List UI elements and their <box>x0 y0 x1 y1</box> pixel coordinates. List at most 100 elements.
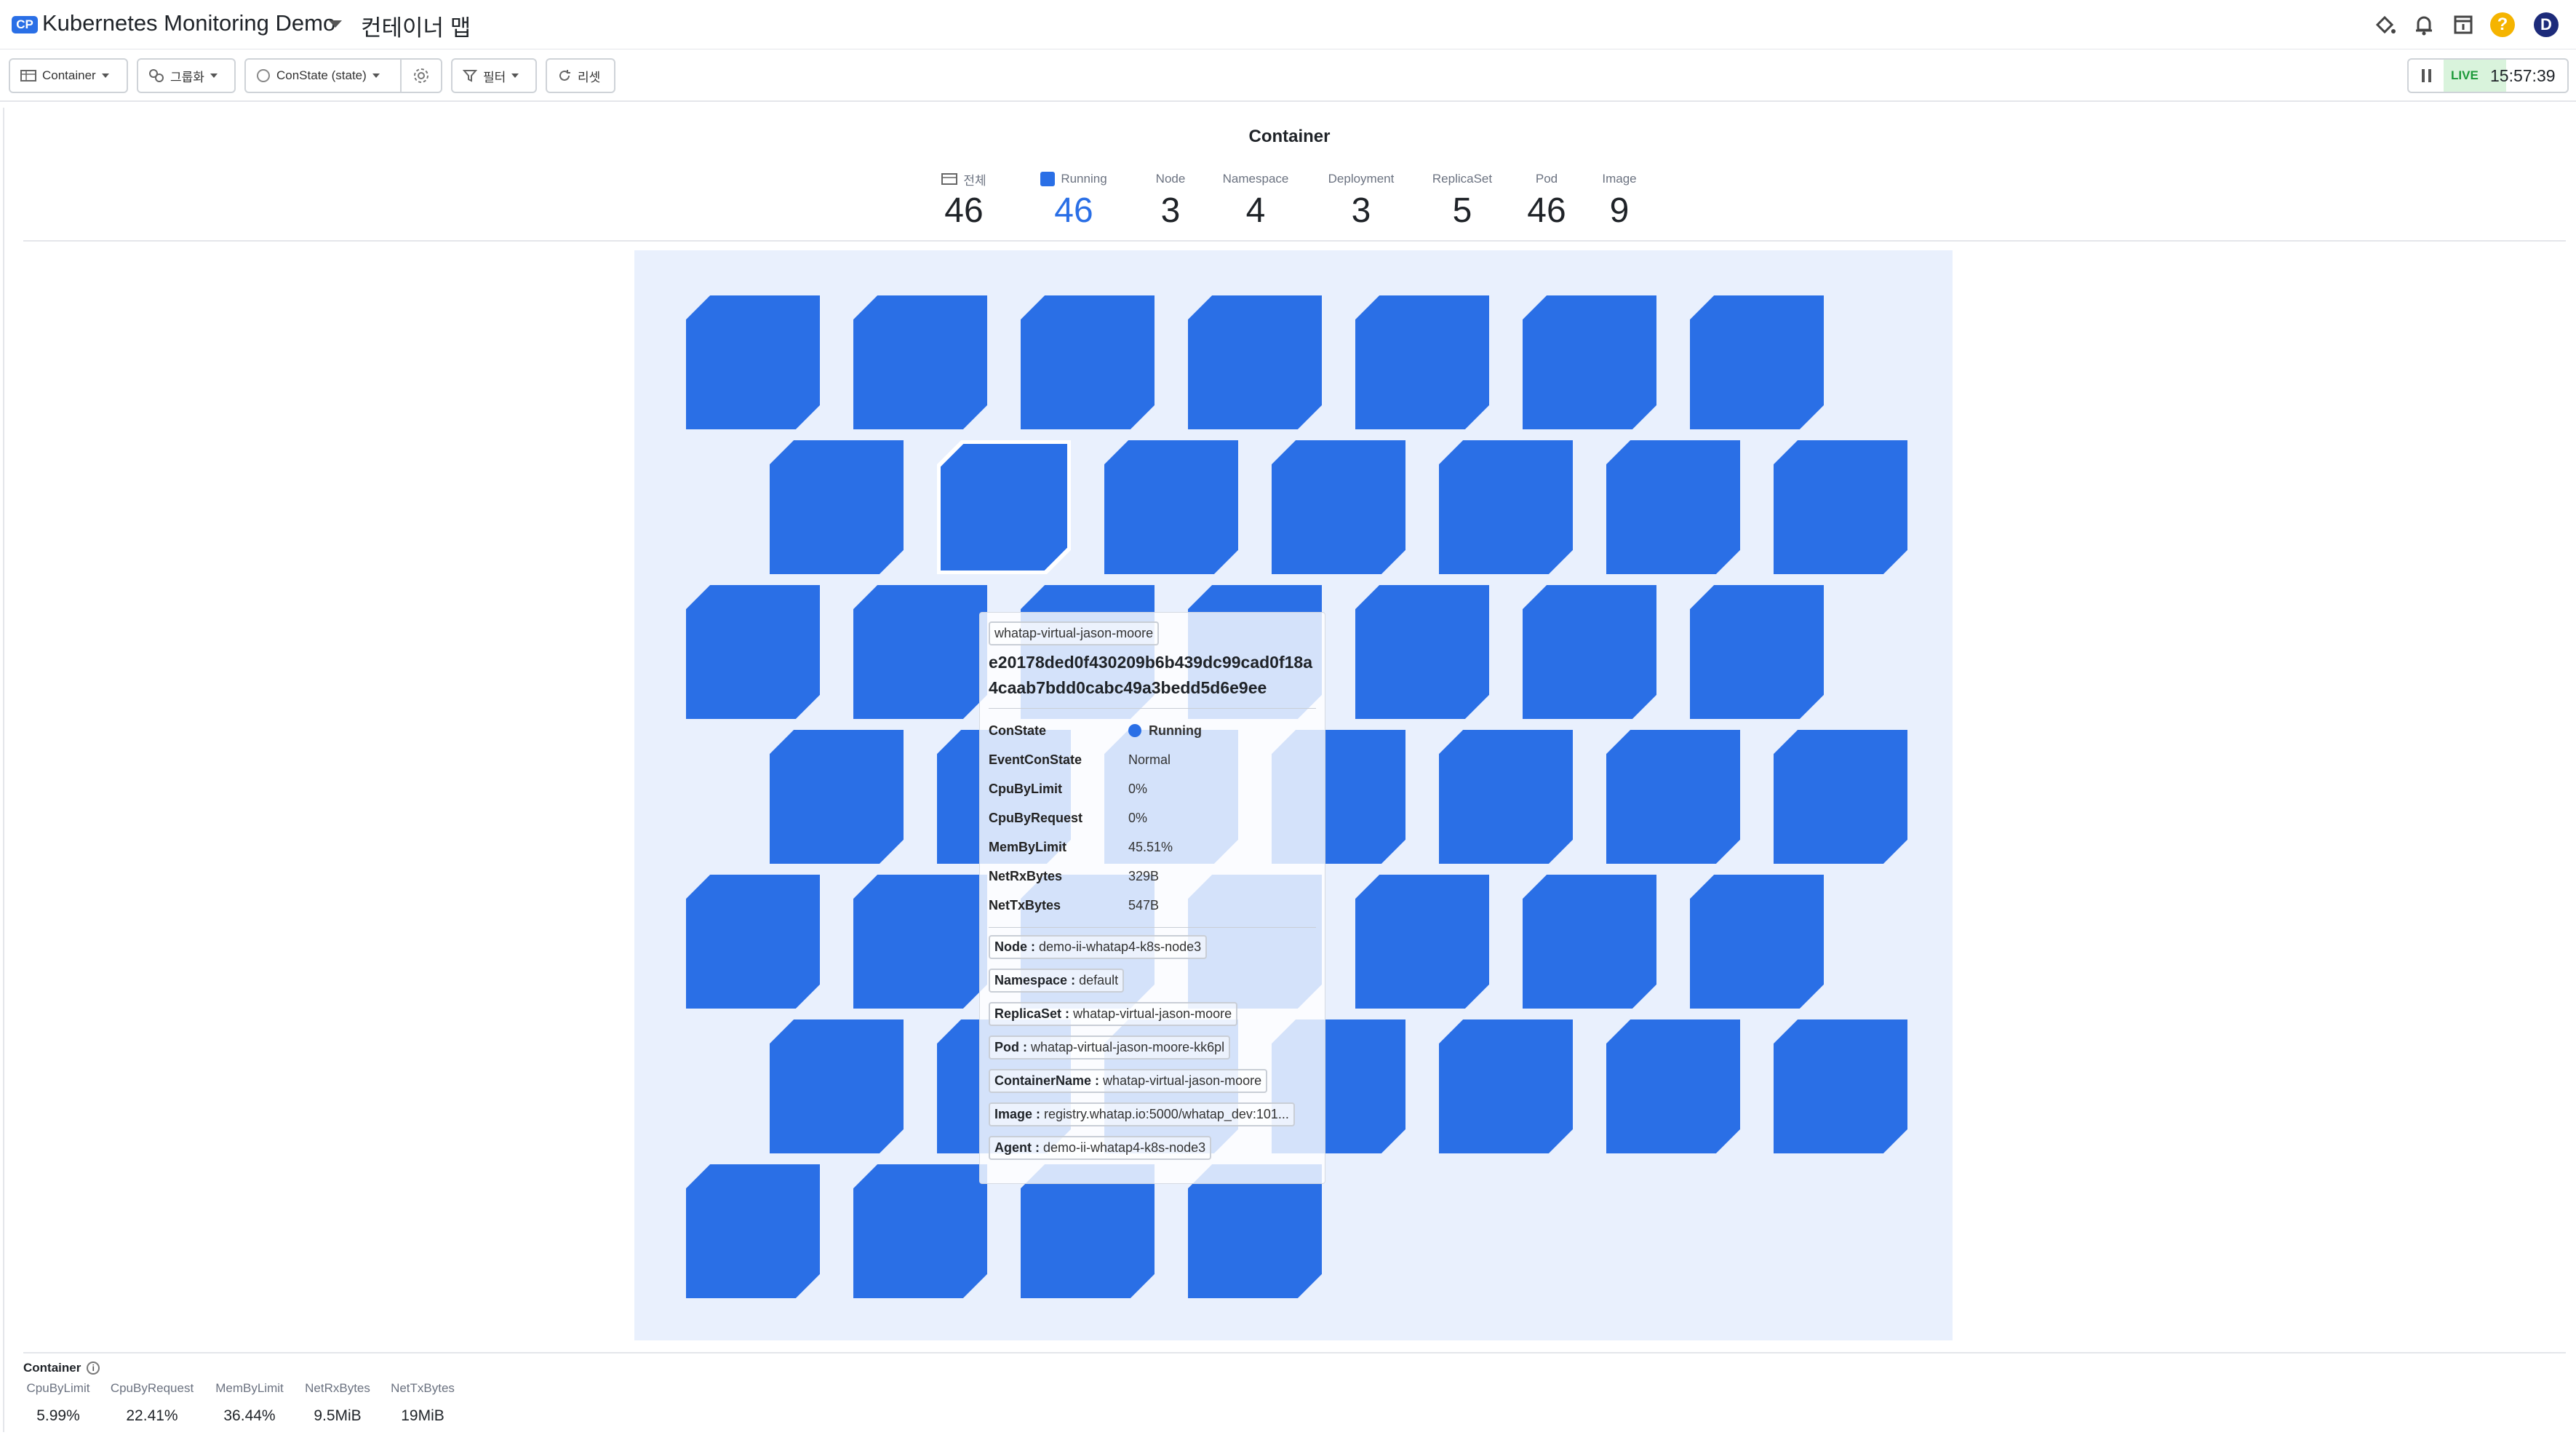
refresh-icon <box>559 70 570 81</box>
chevron-down-icon[interactable] <box>329 20 342 28</box>
stat-deployment[interactable]: Deployment 3 <box>1314 170 1408 231</box>
metric-value: 0% <box>1128 810 1148 825</box>
container-tile[interactable] <box>1439 730 1573 864</box>
paint-bucket-icon[interactable] <box>2370 10 2399 39</box>
summary-label: CpuByLimit <box>26 1381 90 1395</box>
reset-button[interactable]: 리셋 <box>546 58 615 93</box>
summary-title: Container i <box>23 1361 100 1375</box>
container-tile[interactable] <box>1439 1019 1573 1153</box>
page-title: 컨테이너 맵 <box>361 15 471 41</box>
chevron-down-icon <box>101 73 109 78</box>
container-tile[interactable] <box>1021 1164 1155 1298</box>
tooltip-tags: Node : demo-ii-whatap4-k8s-node3 Namespa… <box>989 935 1316 1169</box>
container-tile[interactable] <box>853 875 987 1009</box>
summary-col-nettxbytes: NetTxBytes 19MiB <box>386 1381 460 1425</box>
state-select[interactable]: ConState (state) <box>244 58 402 93</box>
container-tile[interactable] <box>1690 875 1824 1009</box>
stat-pod[interactable]: Pod 46 <box>1518 170 1576 231</box>
chevron-down-icon <box>511 73 519 78</box>
container-tile-fill <box>941 444 1067 571</box>
table-icon <box>941 173 958 185</box>
container-tile[interactable] <box>1104 440 1238 574</box>
container-tile[interactable] <box>1523 875 1656 1009</box>
container-tile[interactable] <box>1606 730 1740 864</box>
container-tile[interactable] <box>1606 440 1740 574</box>
help-symbol: ? <box>2497 15 2508 34</box>
divider <box>23 240 2566 242</box>
container-map-panel: Container 전체 46 Running 46 Node 3 Namesp… <box>3 108 2575 1432</box>
tooltip-metric-row: ConState Running <box>989 716 1316 745</box>
stat-value: 3 <box>1351 191 1371 230</box>
container-tile[interactable] <box>1774 440 1907 574</box>
metric-value: 547B <box>1128 897 1160 913</box>
metric-key: ConState <box>989 723 1047 738</box>
stat-running[interactable]: Running 46 <box>1030 170 1117 231</box>
container-tile[interactable] <box>1272 440 1405 574</box>
filter-button[interactable]: 필터 <box>451 58 537 93</box>
archive-icon[interactable] <box>2449 10 2478 39</box>
stat-total[interactable]: 전체 46 <box>935 170 993 231</box>
container-tile[interactable] <box>1606 1019 1740 1153</box>
container-tile[interactable] <box>853 1164 987 1298</box>
container-tile[interactable] <box>1523 585 1656 719</box>
tag-replicaset: ReplicaSet : whatap-virtual-jason-moore <box>989 1002 1238 1026</box>
container-tile[interactable] <box>686 1164 820 1298</box>
pause-icon <box>2421 69 2425 82</box>
container-tile[interactable] <box>686 295 820 429</box>
stat-value: 4 <box>1245 191 1266 230</box>
bell-icon[interactable] <box>2409 10 2439 39</box>
container-tile[interactable] <box>1774 730 1907 864</box>
group-button[interactable]: 그룹화 <box>137 58 236 93</box>
stat-label: Node <box>1155 172 1186 186</box>
avatar-letter: D <box>2540 15 2552 33</box>
tag-namespace: Namespace : default <box>989 969 1125 993</box>
container-tile[interactable] <box>1690 295 1824 429</box>
stat-label: Running <box>1061 172 1107 186</box>
metric-key: CpuByRequest <box>989 810 1083 825</box>
summary-label: NetRxBytes <box>305 1381 370 1395</box>
container-tile[interactable] <box>1188 295 1322 429</box>
container-tile[interactable] <box>1021 295 1155 429</box>
summary-col-membylimit: MemByLimit 36.44% <box>210 1381 290 1425</box>
avatar[interactable]: D <box>2532 10 2561 39</box>
stat-replicaset[interactable]: ReplicaSet 5 <box>1419 170 1506 231</box>
help-icon[interactable]: ? <box>2488 10 2517 39</box>
container-tile[interactable] <box>1355 585 1489 719</box>
container-tile[interactable] <box>853 585 987 719</box>
stat-node[interactable]: Node 3 <box>1139 170 1202 231</box>
container-tile[interactable] <box>1355 295 1489 429</box>
tooltip-metric-row: EventConState Normal <box>989 745 1316 774</box>
stat-value: 5 <box>1452 191 1472 230</box>
container-tile[interactable] <box>1523 295 1656 429</box>
info-icon[interactable]: i <box>87 1362 100 1375</box>
container-tile[interactable] <box>1188 1164 1322 1298</box>
container-tile[interactable] <box>1439 440 1573 574</box>
stat-image[interactable]: Image 9 <box>1590 170 1648 231</box>
container-tile[interactable] <box>686 875 820 1009</box>
container-select[interactable]: Container <box>9 58 128 93</box>
running-swatch <box>1040 172 1056 186</box>
summary-value: 19MiB <box>401 1407 444 1424</box>
tooltip-metric-row: CpuByLimit 0% <box>989 774 1316 803</box>
reset-button-label: 리셋 <box>578 70 601 84</box>
project-name[interactable]: Kubernetes Monitoring Demo <box>42 10 335 36</box>
live-time: 15:57:39 <box>2490 65 2556 85</box>
state-settings-button[interactable] <box>400 58 442 93</box>
container-tile[interactable] <box>1355 875 1489 1009</box>
container-tile[interactable] <box>686 585 820 719</box>
container-tile-selected[interactable] <box>937 440 1071 574</box>
container-tile[interactable] <box>1690 585 1824 719</box>
stat-namespace[interactable]: Namespace 4 <box>1212 170 1299 231</box>
chevron-down-icon <box>210 73 218 78</box>
container-tile[interactable] <box>1774 1019 1907 1153</box>
tag-agent: Agent : demo-ii-whatap4-k8s-node3 <box>989 1136 1212 1160</box>
summary-value: 22.41% <box>126 1407 178 1424</box>
container-tile[interactable] <box>770 1019 904 1153</box>
app-header: CP Kubernetes Monitoring Demo 컨테이너 맵 ? D <box>0 0 2576 49</box>
container-tile[interactable] <box>853 295 987 429</box>
container-tile[interactable] <box>770 440 904 574</box>
tooltip-metric-row: MemByLimit 45.51% <box>989 832 1316 862</box>
tooltip-metric-row: CpuByRequest 0% <box>989 803 1316 832</box>
container-tile[interactable] <box>770 730 904 864</box>
pause-button[interactable] <box>2409 60 2444 92</box>
